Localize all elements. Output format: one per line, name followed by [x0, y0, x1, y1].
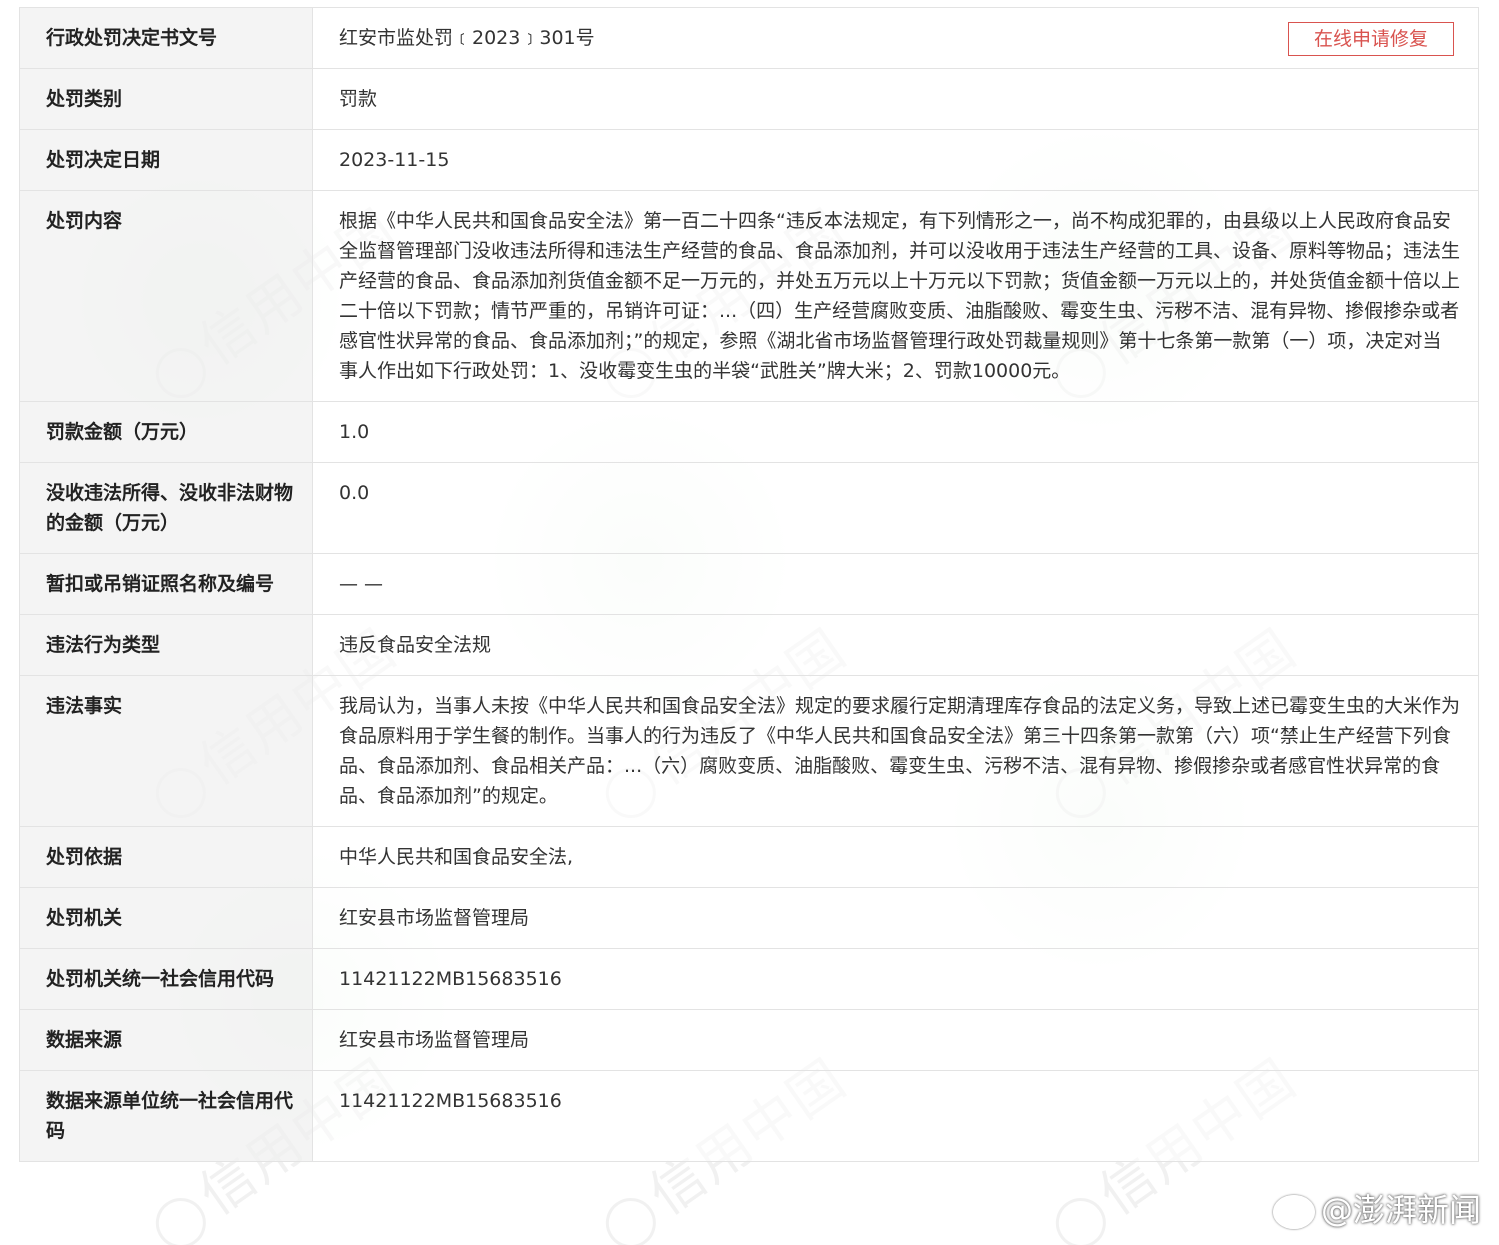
- table-row: 违法事实 我局认为，当事人未按《中华人民共和国食品安全法》规定的要求履行定期清理…: [19, 675, 1479, 827]
- row-value: 根据《中华人民共和国食品安全法》第一百二十四条“违反本法规定，有下列情形之一，尚…: [312, 190, 1479, 402]
- weibo-icon: [1272, 1195, 1315, 1229]
- table-row: 违法行为类型 违反食品安全法规: [19, 614, 1479, 676]
- table-row: 处罚类别 罚款: [19, 68, 1479, 130]
- table-row: 处罚内容 根据《中华人民共和国食品安全法》第一百二十四条“违反本法规定，有下列情…: [19, 190, 1479, 402]
- table-row: 处罚决定日期 2023-11-15: [19, 129, 1479, 191]
- row-label: 违法事实: [19, 675, 313, 827]
- brand-watermark: @澎湃新闻: [1272, 1185, 1481, 1231]
- table-row: 暂扣或吊销证照名称及编号 — —: [19, 553, 1479, 615]
- row-label: 没收违法所得、没收非法财物的金额（万元）: [19, 462, 313, 554]
- row-label: 罚款金额（万元）: [19, 401, 313, 463]
- row-label: 处罚决定日期: [19, 129, 313, 191]
- page: 信用中国 信用中国 信用中国 信用中国 信用中国 信用中国 信用中国 信用中国 …: [0, 0, 1499, 1245]
- row-label: 数据来源: [19, 1009, 313, 1071]
- table-row: 罚款金额（万元） 1.0: [19, 401, 1479, 463]
- table-row: 处罚依据 中华人民共和国食品安全法,: [19, 826, 1479, 888]
- row-label: 处罚依据: [19, 826, 313, 888]
- row-value: 0.0: [312, 462, 1479, 554]
- table-row: 处罚机关 红安县市场监督管理局: [19, 887, 1479, 949]
- row-value: 11421122MB15683516: [312, 1070, 1479, 1162]
- table-row: 数据来源 红安县市场监督管理局: [19, 1009, 1479, 1071]
- row-value: 11421122MB15683516: [312, 948, 1479, 1010]
- table-row: 数据来源单位统一社会信用代码 11421122MB15683516: [19, 1070, 1479, 1162]
- table-row: 行政处罚决定书文号 红安市监处罚﹝2023﹞301号 在线申请修复: [19, 7, 1479, 69]
- brand-text: @澎湃新闻: [1320, 1191, 1481, 1229]
- row-value: 红安县市场监督管理局: [312, 887, 1479, 949]
- row-label: 行政处罚决定书文号: [19, 7, 313, 69]
- row-value: 2023-11-15: [312, 129, 1479, 191]
- row-value: — —: [312, 553, 1479, 615]
- penalty-info-table: 行政处罚决定书文号 红安市监处罚﹝2023﹞301号 在线申请修复 处罚类别 罚…: [19, 7, 1479, 1162]
- row-value-cell: 红安市监处罚﹝2023﹞301号 在线申请修复: [312, 7, 1479, 69]
- row-value: 罚款: [312, 68, 1479, 130]
- row-value: 红安市监处罚﹝2023﹞301号: [339, 27, 595, 49]
- row-label: 处罚机关: [19, 887, 313, 949]
- row-value: 我局认为，当事人未按《中华人民共和国食品安全法》规定的要求履行定期清理库存食品的…: [312, 675, 1479, 827]
- row-value: 违反食品安全法规: [312, 614, 1479, 676]
- row-label: 处罚内容: [19, 190, 313, 402]
- row-label: 暂扣或吊销证照名称及编号: [19, 553, 313, 615]
- row-label: 数据来源单位统一社会信用代码: [19, 1070, 313, 1162]
- table-row: 没收违法所得、没收非法财物的金额（万元） 0.0: [19, 462, 1479, 554]
- row-label: 处罚机关统一社会信用代码: [19, 948, 313, 1010]
- row-value: 中华人民共和国食品安全法,: [312, 826, 1479, 888]
- row-label: 处罚类别: [19, 68, 313, 130]
- row-value: 1.0: [312, 401, 1479, 463]
- row-label: 违法行为类型: [19, 614, 313, 676]
- table-row: 处罚机关统一社会信用代码 11421122MB15683516: [19, 948, 1479, 1010]
- online-repair-button[interactable]: 在线申请修复: [1288, 22, 1454, 56]
- row-value: 红安县市场监督管理局: [312, 1009, 1479, 1071]
